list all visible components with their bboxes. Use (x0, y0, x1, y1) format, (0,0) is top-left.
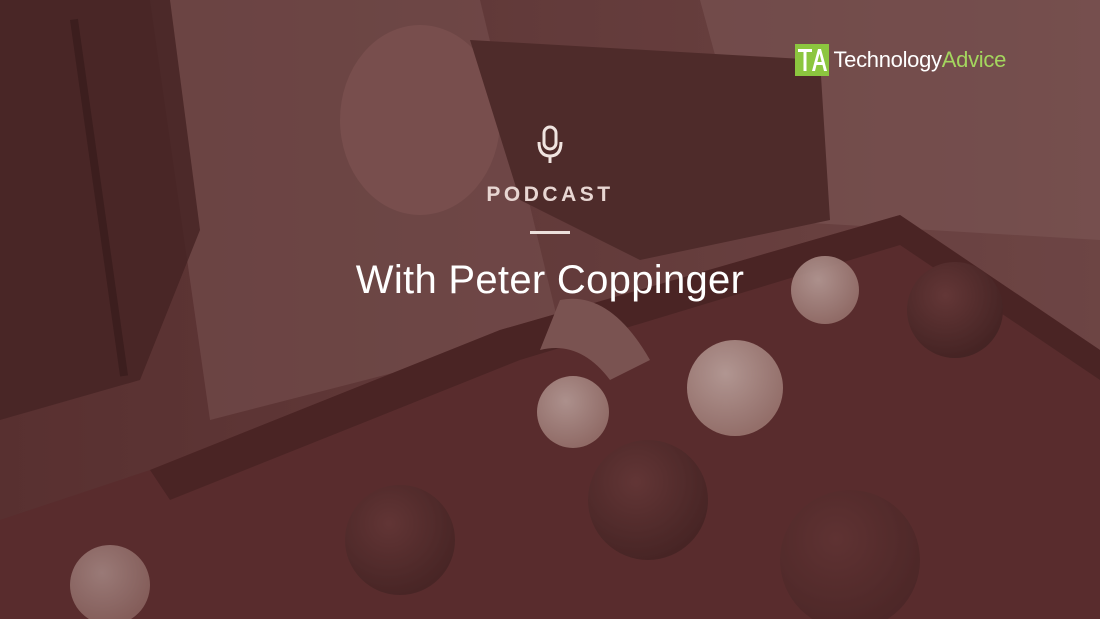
logo-mark (795, 44, 830, 76)
brand-logo: TechnologyAdvice (795, 44, 1006, 76)
ta-monogram-icon (798, 49, 828, 71)
podcast-label: PODCAST (486, 183, 614, 206)
divider (530, 231, 570, 234)
brand-name-part2: Advice (941, 47, 1007, 72)
microphone-icon (537, 125, 563, 163)
brand-name-part1: Technology (833, 47, 942, 72)
brand-name: TechnologyAdvice (833, 49, 1006, 71)
color-overlay (0, 0, 1100, 619)
podcast-cover: TechnologyAdvice PODCAST With Peter Copp… (0, 0, 1100, 619)
episode-title: With Peter Coppinger (355, 258, 745, 302)
